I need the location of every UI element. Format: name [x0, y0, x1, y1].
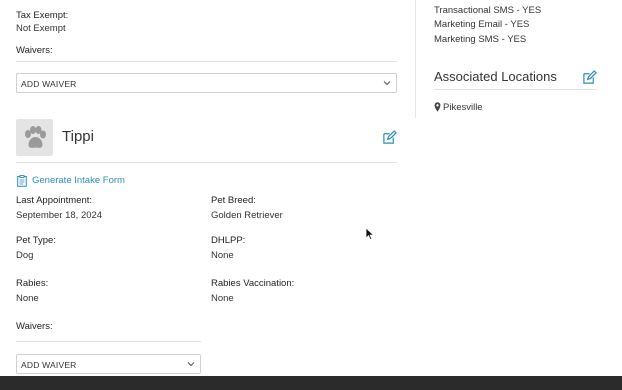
tax-exempt-value: Not Exempt: [16, 23, 66, 34]
column-divider: [415, 0, 416, 118]
paw-icon: [25, 126, 46, 148]
divider: [16, 341, 201, 342]
preference-item: Marketing SMS - YES: [434, 34, 527, 45]
last-appointment-label: Last Appointment:: [16, 195, 93, 206]
pet-type-value: Dog: [16, 250, 34, 261]
chevron-down-icon: [187, 362, 195, 367]
location-item: Pikesville: [443, 102, 483, 113]
divider: [16, 162, 397, 163]
bottom-bar: [0, 376, 622, 390]
pet-add-waiver-select[interactable]: ADD WAIVER: [16, 354, 201, 374]
rabies-vaccination-label: Rabies Vaccination:: [211, 278, 295, 289]
add-waiver-label: ADD WAIVER: [21, 360, 77, 370]
pet-avatar: [16, 119, 53, 156]
pet-type-label: Pet Type:: [16, 235, 56, 246]
last-appointment-value: September 18, 2024: [16, 210, 103, 221]
divider: [16, 61, 397, 62]
preference-item: Marketing Email - YES: [434, 19, 530, 30]
pet-breed-label: Pet Breed:: [211, 195, 256, 206]
customer-add-waiver-select[interactable]: ADD WAIVER: [16, 73, 397, 93]
edit-locations-icon[interactable]: [582, 70, 597, 85]
edit-pet-icon[interactable]: [382, 130, 397, 145]
pet-breed-value: Golden Retriever: [211, 210, 283, 221]
dhlpp-value: None: [211, 250, 234, 261]
preference-item: Transactional SMS - YES: [434, 5, 542, 16]
divider: [434, 89, 596, 90]
chevron-down-icon: [383, 81, 391, 86]
customer-waivers-label: Waivers:: [16, 45, 53, 56]
associated-locations-title: Associated Locations: [434, 69, 557, 84]
rabies-vaccination-value: None: [211, 293, 234, 304]
tax-exempt-label: Tax Exempt:: [16, 10, 69, 21]
clipboard-icon: [17, 175, 27, 187]
rabies-label: Rabies:: [16, 278, 49, 289]
pet-name: Tippi: [62, 128, 94, 145]
add-waiver-label: ADD WAIVER: [21, 79, 77, 89]
generate-intake-form-label: Generate Intake Form: [32, 175, 125, 186]
pet-waivers-label: Waivers:: [16, 321, 53, 332]
map-marker-icon: [434, 102, 441, 112]
mouse-cursor-icon: [365, 227, 375, 241]
dhlpp-label: DHLPP:: [211, 235, 246, 246]
rabies-value: None: [16, 293, 39, 304]
